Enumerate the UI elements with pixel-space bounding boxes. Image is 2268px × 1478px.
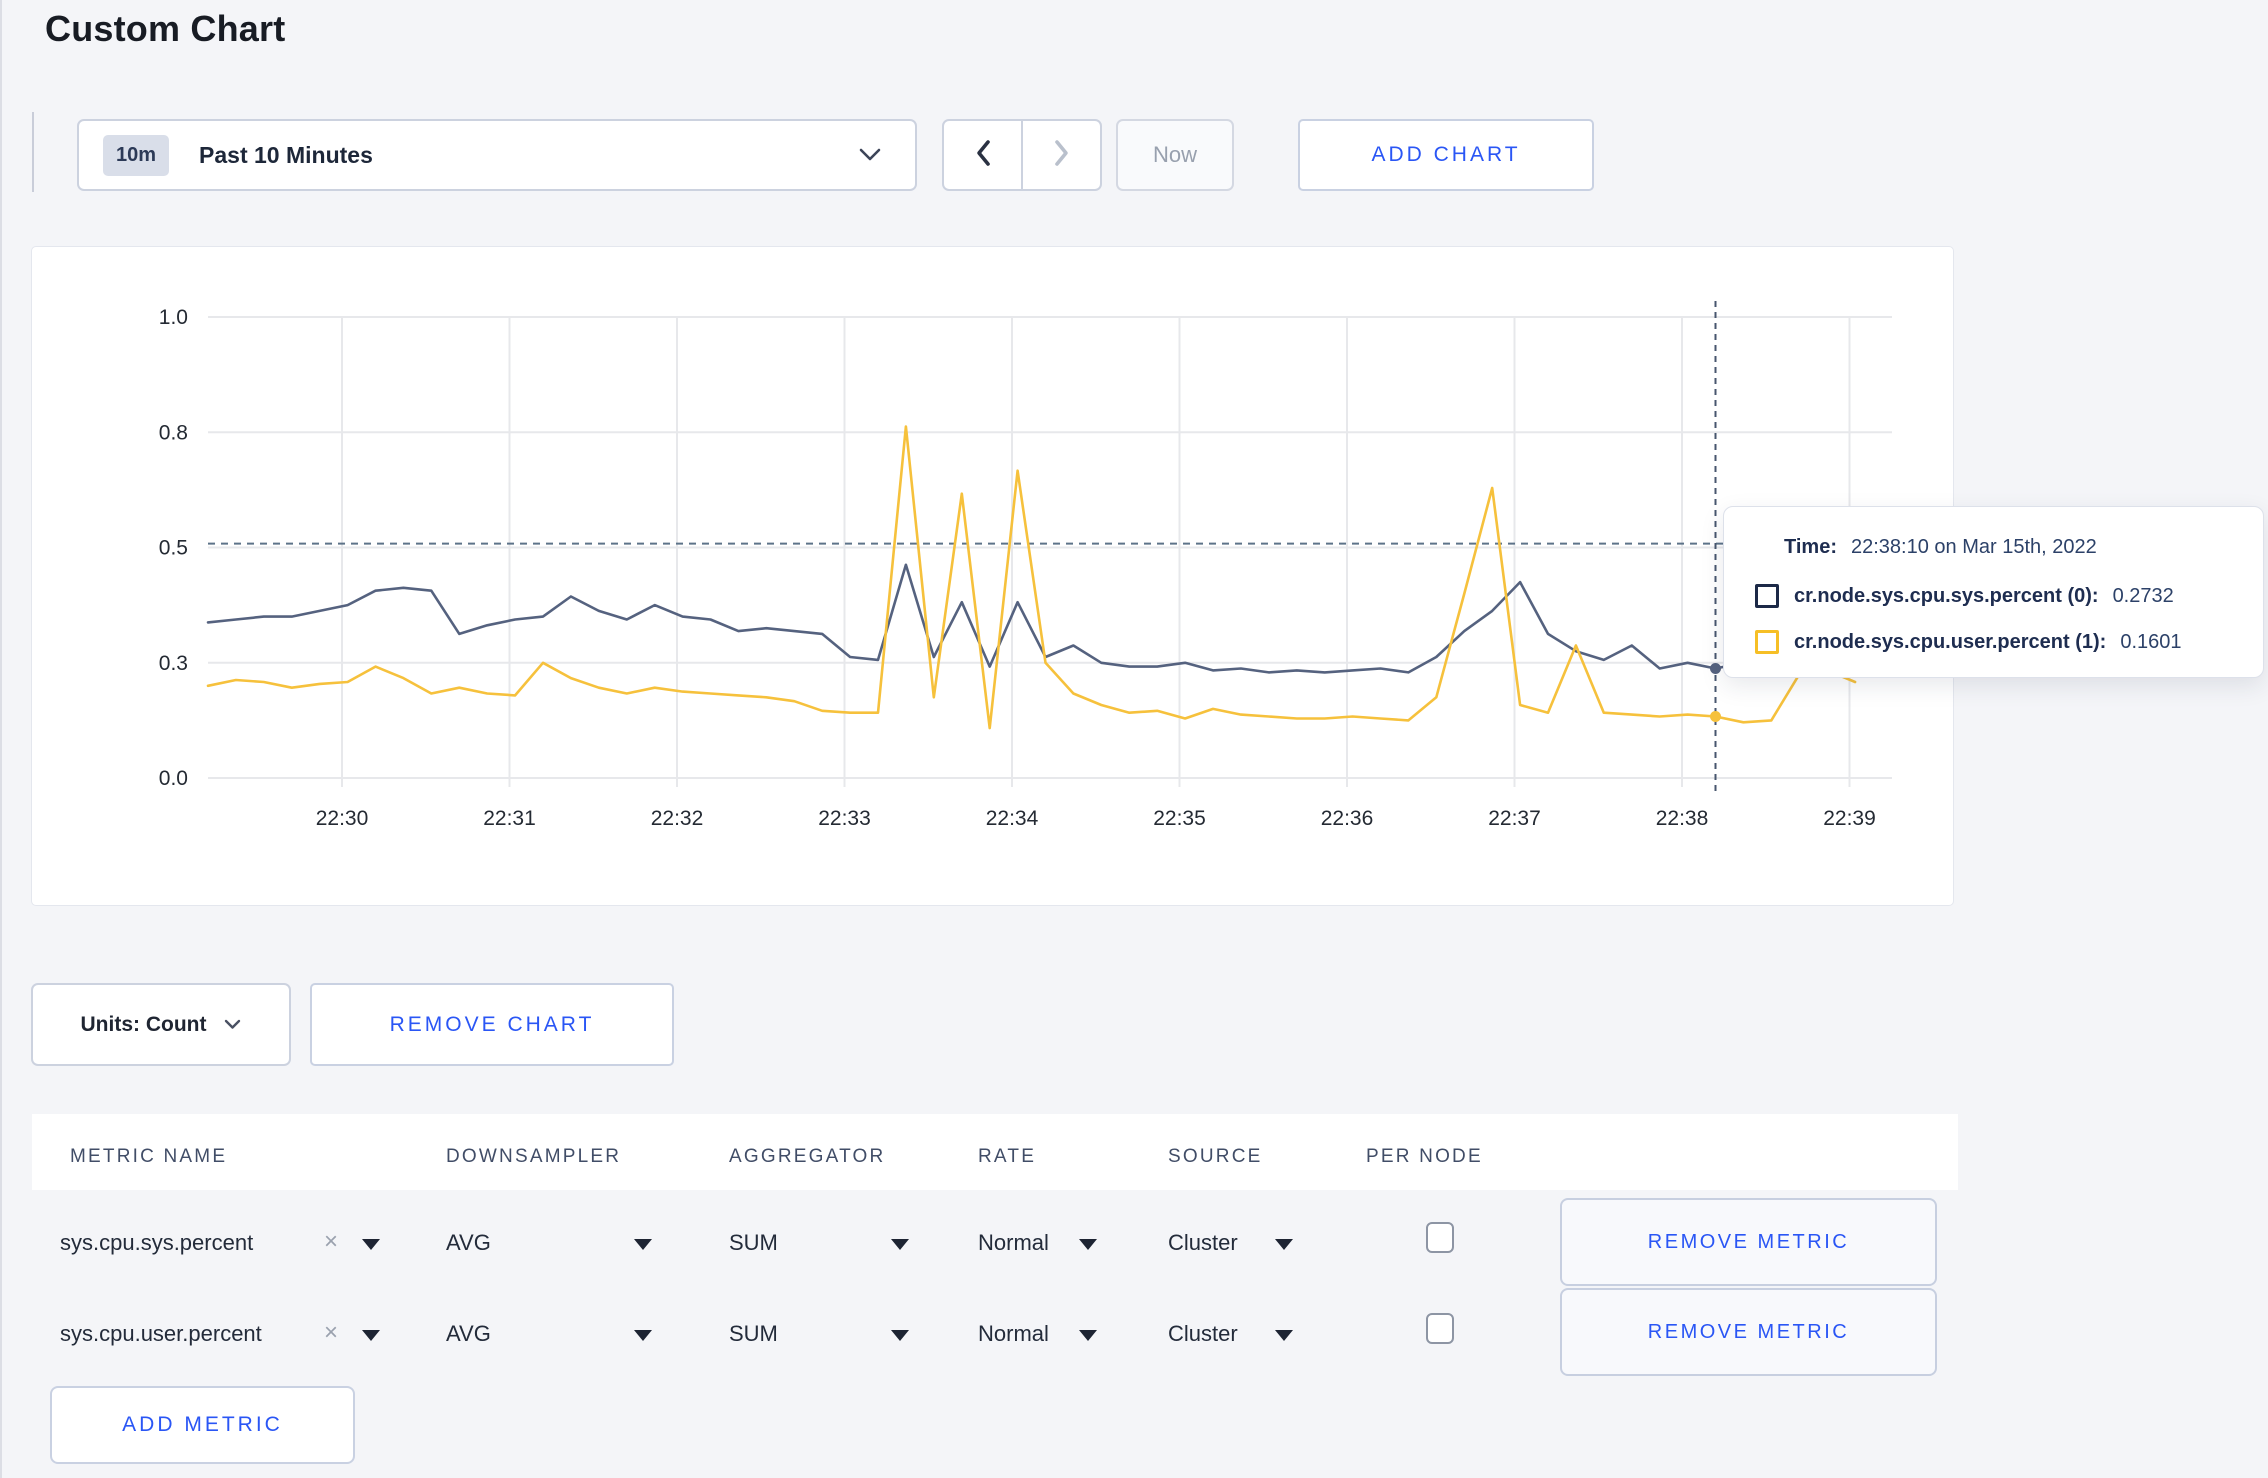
tooltip-sys-value: 0.2732: [2112, 584, 2174, 607]
remove-chart-button[interactable]: REMOVE CHART: [310, 983, 674, 1066]
x-tick-label: 22:31: [483, 807, 536, 830]
downsampler-caret-icon[interactable]: [634, 1239, 652, 1250]
chart-card: 0.0 0.3 0.5 0.8 1.0 22:30 22:31 22:32 22:33 22:34…: [31, 246, 1954, 906]
chart-canvas[interactable]: 0.0 0.3 0.5 0.8 1.0 22:30 22:31 22:32 22:33 22:34…: [32, 247, 1953, 905]
chevron-down-icon: [224, 1019, 241, 1030]
metric-name-select[interactable]: sys.cpu.sys.percent: [60, 1230, 253, 1256]
rate-select[interactable]: Normal: [978, 1321, 1049, 1347]
time-step-group: [942, 119, 1102, 191]
downsampler-select[interactable]: AVG: [446, 1230, 491, 1256]
source-select[interactable]: Cluster: [1168, 1321, 1238, 1347]
x-tick-label: 22:33: [818, 807, 871, 830]
add-metric-button[interactable]: ADD METRIC: [50, 1386, 355, 1464]
y-tick-label: 0.5: [159, 537, 188, 560]
x-tick-label: 22:36: [1321, 807, 1374, 830]
rate-select[interactable]: Normal: [978, 1230, 1049, 1256]
hover-point-user: [1710, 710, 1722, 722]
source-caret-icon[interactable]: [1275, 1239, 1293, 1250]
per-node-checkbox[interactable]: [1426, 1222, 1454, 1253]
clear-metric-icon[interactable]: ×: [324, 1230, 338, 1254]
tooltip-series-row: cr.node.sys.cpu.user.percent (1): 0.1601: [1755, 629, 2182, 655]
x-tick-label: 22:38: [1656, 807, 1709, 830]
metric-name-select[interactable]: sys.cpu.user.percent: [60, 1321, 262, 1347]
metric-name-caret-icon[interactable]: [362, 1330, 380, 1341]
tooltip-time-value: 22:38:10 on Mar 15th, 2022: [1850, 535, 2097, 558]
x-tick-label: 22:35: [1153, 807, 1206, 830]
downsampler-caret-icon[interactable]: [634, 1330, 652, 1341]
series-line-sys: [206, 563, 1857, 674]
chart-tooltip: Time: 22:38:10 on Mar 15th, 2022 cr.node…: [1723, 506, 2264, 678]
chevron-down-icon: [859, 148, 881, 162]
hover-point-sys: [1710, 663, 1722, 675]
per-node-checkbox[interactable]: [1426, 1313, 1454, 1344]
chevron-right-icon: [1051, 137, 1073, 174]
source-select[interactable]: Cluster: [1168, 1230, 1238, 1256]
source-caret-icon[interactable]: [1275, 1330, 1293, 1341]
tooltip-user-label: cr.node.sys.cpu.user.percent (1):: [1794, 630, 2107, 653]
aggregator-select[interactable]: SUM: [729, 1230, 778, 1256]
custom-chart-page: { "page": { "title": "Custom Chart" }, "…: [0, 0, 2268, 1478]
aggregator-caret-icon[interactable]: [891, 1239, 909, 1250]
prev-time-button[interactable]: [944, 121, 1021, 189]
add-chart-button[interactable]: ADD CHART: [1298, 119, 1594, 191]
tooltip-sys-label: cr.node.sys.cpu.sys.percent (0):: [1794, 584, 2099, 607]
remove-metric-button[interactable]: REMOVE METRIC: [1560, 1198, 1937, 1286]
tooltip-time-label: Time:: [1784, 535, 1837, 558]
time-window-dropdown[interactable]: 10m Past 10 Minutes: [77, 119, 917, 191]
y-tick-label: 1.0: [159, 306, 188, 329]
col-header-aggregator: AGGREGATOR: [729, 1146, 886, 1167]
series-line-user: [206, 425, 1857, 730]
series-sys-swatch-icon: [1755, 584, 1779, 608]
downsampler-select[interactable]: AVG: [446, 1321, 491, 1347]
y-tick-label: 0.3: [159, 652, 188, 675]
x-tick-label: 22:32: [651, 807, 704, 830]
metric-name-caret-icon[interactable]: [362, 1239, 380, 1250]
tooltip-time-row: Time: 22:38:10 on Mar 15th, 2022: [1784, 534, 2097, 560]
units-dropdown[interactable]: Units: Count: [31, 983, 291, 1066]
x-tick-label: 22:39: [1823, 807, 1876, 830]
units-label: Units: Count: [80, 1012, 207, 1036]
series-user-swatch-icon: [1755, 630, 1779, 654]
time-window-label: Past 10 Minutes: [199, 141, 373, 168]
next-time-button[interactable]: [1021, 121, 1100, 189]
chevron-left-icon: [972, 137, 994, 174]
tooltip-series-row: cr.node.sys.cpu.sys.percent (0): 0.2732: [1755, 583, 2174, 609]
remove-metric-button[interactable]: REMOVE METRIC: [1560, 1288, 1937, 1376]
col-header-per-node: PER NODE: [1366, 1146, 1483, 1167]
col-header-downsampler: DOWNSAMPLER: [446, 1146, 622, 1167]
time-window-badge: 10m: [103, 134, 170, 176]
x-tick-label: 22:30: [316, 807, 369, 830]
tooltip-user-value: 0.1601: [2120, 630, 2182, 653]
col-header-source: SOURCE: [1168, 1146, 1263, 1167]
now-button[interactable]: Now: [1116, 119, 1234, 191]
clear-metric-icon[interactable]: ×: [324, 1321, 338, 1345]
rate-caret-icon[interactable]: [1079, 1330, 1097, 1341]
x-tick-label: 22:34: [986, 807, 1039, 830]
aggregator-caret-icon[interactable]: [891, 1330, 909, 1341]
y-tick-label: 0.8: [159, 421, 188, 444]
y-tick-label: 0.0: [159, 767, 188, 790]
toolbar-left-divider: [32, 112, 34, 192]
x-tick-label: 22:37: [1488, 807, 1541, 830]
rate-caret-icon[interactable]: [1079, 1239, 1097, 1250]
col-header-metric-name: METRIC NAME: [70, 1146, 228, 1167]
page-title: Custom Chart: [45, 8, 286, 49]
aggregator-select[interactable]: SUM: [729, 1321, 778, 1347]
col-header-rate: RATE: [978, 1146, 1037, 1167]
